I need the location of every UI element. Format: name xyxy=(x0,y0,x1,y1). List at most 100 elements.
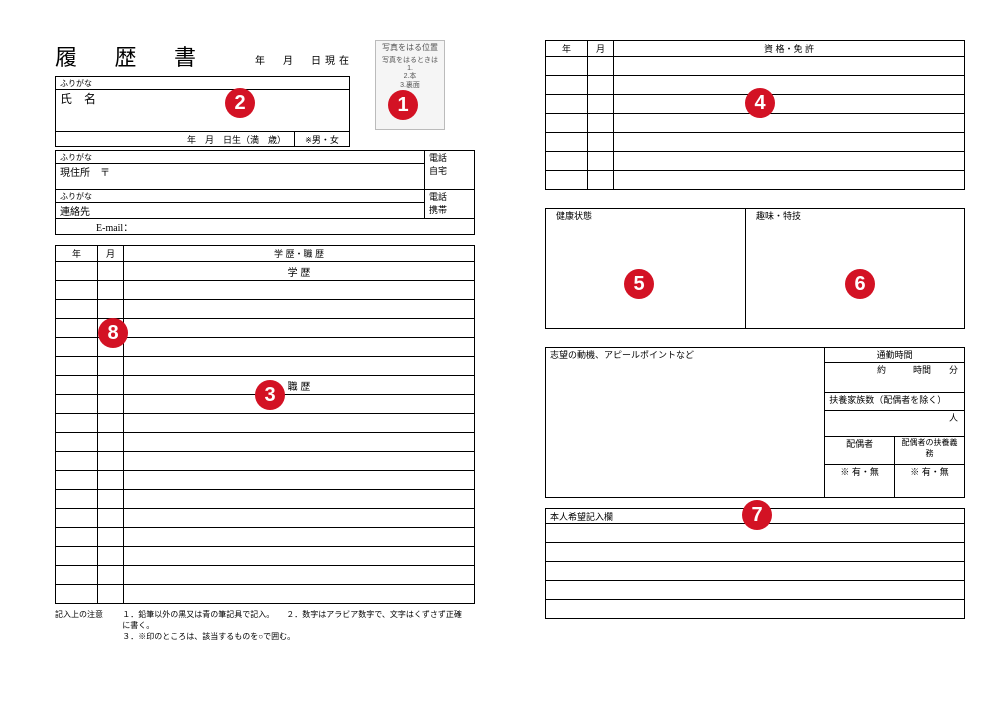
table-cell xyxy=(98,452,124,471)
table-cell xyxy=(614,171,965,190)
table-cell xyxy=(98,585,124,604)
table-cell xyxy=(124,547,475,566)
photo-note: 写真をはるときは 1. 2.本 3.裏面 xyxy=(382,57,438,89)
table-cell xyxy=(56,319,98,338)
table-cell xyxy=(56,357,98,376)
motive-label: 志望の動機、アピールポイントなど xyxy=(546,348,825,363)
gender-mark: ※ xyxy=(305,136,312,145)
table-cell xyxy=(124,300,475,319)
contact-address: 連絡先 xyxy=(56,203,425,219)
table-cell xyxy=(124,281,475,300)
motive-body xyxy=(546,363,825,498)
hist-col-detail: 学 歴・職 歴 xyxy=(124,246,475,262)
addr-furigana-2: ふりがな xyxy=(56,190,425,203)
table-cell xyxy=(546,57,588,76)
right-page: 年 月 資 格・免 許 健康状態 趣味・特技 志望の動機、アピールポイントなど … xyxy=(545,40,965,619)
hobby-label: 趣味・特技 xyxy=(746,209,965,224)
table-cell xyxy=(98,414,124,433)
address-block: ふりがな 電話 自宅 現住所 〒 ふりがな 電話 携帯 連絡先 E-mail： xyxy=(55,150,475,235)
table-cell xyxy=(56,376,98,395)
phone-label-2: 電話 xyxy=(429,190,470,203)
table-cell xyxy=(124,433,475,452)
table-cell xyxy=(588,133,614,152)
commute-value: 約 時間 分 xyxy=(825,363,965,393)
marker-1: 1 xyxy=(388,90,418,120)
date-line: 年 月 日現在 xyxy=(255,52,353,67)
table-cell xyxy=(56,262,98,281)
table-cell xyxy=(124,528,475,547)
table-cell xyxy=(98,300,124,319)
table-cell xyxy=(124,509,475,528)
table-cell xyxy=(56,509,98,528)
edu-heading: 学 歴 xyxy=(124,262,475,281)
table-cell xyxy=(56,395,98,414)
table-cell xyxy=(546,114,588,133)
hist-col-month: 月 xyxy=(98,246,124,262)
table-cell xyxy=(546,600,965,619)
marker-5: 5 xyxy=(624,269,654,299)
table-cell xyxy=(56,300,98,319)
table-cell xyxy=(124,395,475,414)
table-cell xyxy=(124,585,475,604)
table-cell xyxy=(546,95,588,114)
hist-col-year: 年 xyxy=(56,246,98,262)
spouse-duty-label: 配偶者の扶養義務 xyxy=(895,437,965,464)
qual-col-year: 年 xyxy=(546,41,588,57)
table-cell xyxy=(98,262,124,281)
motives-block: 志望の動機、アピールポイントなど 通勤時間 約 時間 分 扶養家族数（配偶者を除… xyxy=(545,347,965,498)
table-cell xyxy=(546,562,965,581)
table-cell xyxy=(98,509,124,528)
home-label: 自宅 xyxy=(429,164,470,177)
table-cell xyxy=(56,414,98,433)
history-block: 年 月 学 歴・職 歴 学 歴 職 歴 xyxy=(55,245,475,604)
commute-label: 通勤時間 xyxy=(825,348,965,363)
table-cell xyxy=(546,581,965,600)
birth-line: 年 月 日生（満 歳） xyxy=(56,132,295,147)
addr-furigana-1: ふりがな xyxy=(56,151,425,164)
table-cell xyxy=(98,281,124,300)
table-cell xyxy=(56,528,98,547)
work-heading: 職 歴 xyxy=(124,376,475,395)
table-cell xyxy=(546,543,965,562)
table-cell xyxy=(98,547,124,566)
table-cell xyxy=(546,76,588,95)
table-cell xyxy=(124,357,475,376)
table-cell xyxy=(56,547,98,566)
table-cell xyxy=(546,171,588,190)
table-cell xyxy=(98,376,124,395)
table-cell xyxy=(56,452,98,471)
marker-8: 8 xyxy=(98,318,128,348)
marker-6: 6 xyxy=(845,269,875,299)
current-address: 現住所 〒 xyxy=(56,164,425,190)
marker-3: 3 xyxy=(255,380,285,410)
table-cell xyxy=(56,566,98,585)
table-cell xyxy=(56,433,98,452)
dependents-label: 扶養家族数（配偶者を除く） xyxy=(825,392,965,410)
table-cell xyxy=(98,528,124,547)
table-cell xyxy=(124,452,475,471)
phone-label-1: 電話 xyxy=(429,151,470,164)
table-cell xyxy=(98,395,124,414)
email-label: E-mail： xyxy=(56,219,475,235)
furigana-label: ふりがな xyxy=(56,77,350,90)
table-cell xyxy=(124,319,475,338)
table-cell xyxy=(614,76,965,95)
mobile-label: 携帯 xyxy=(429,203,470,216)
notes-line-2: ３．※印のところは、該当するものを○で囲む。 xyxy=(122,632,295,641)
dependents-unit: 人 xyxy=(825,410,965,436)
spouse-label: 配偶者 xyxy=(825,437,895,464)
table-cell xyxy=(588,114,614,133)
table-cell xyxy=(56,338,98,357)
phone-home-cell: 電話 自宅 xyxy=(425,151,475,190)
name-label: 氏 名 xyxy=(56,90,350,132)
table-cell xyxy=(98,471,124,490)
table-cell xyxy=(124,490,475,509)
table-cell xyxy=(124,338,475,357)
table-cell xyxy=(546,133,588,152)
table-cell xyxy=(614,57,965,76)
table-cell xyxy=(98,566,124,585)
table-cell xyxy=(588,152,614,171)
table-cell xyxy=(588,95,614,114)
table-cell xyxy=(546,152,588,171)
health-label: 健康状態 xyxy=(546,209,746,224)
